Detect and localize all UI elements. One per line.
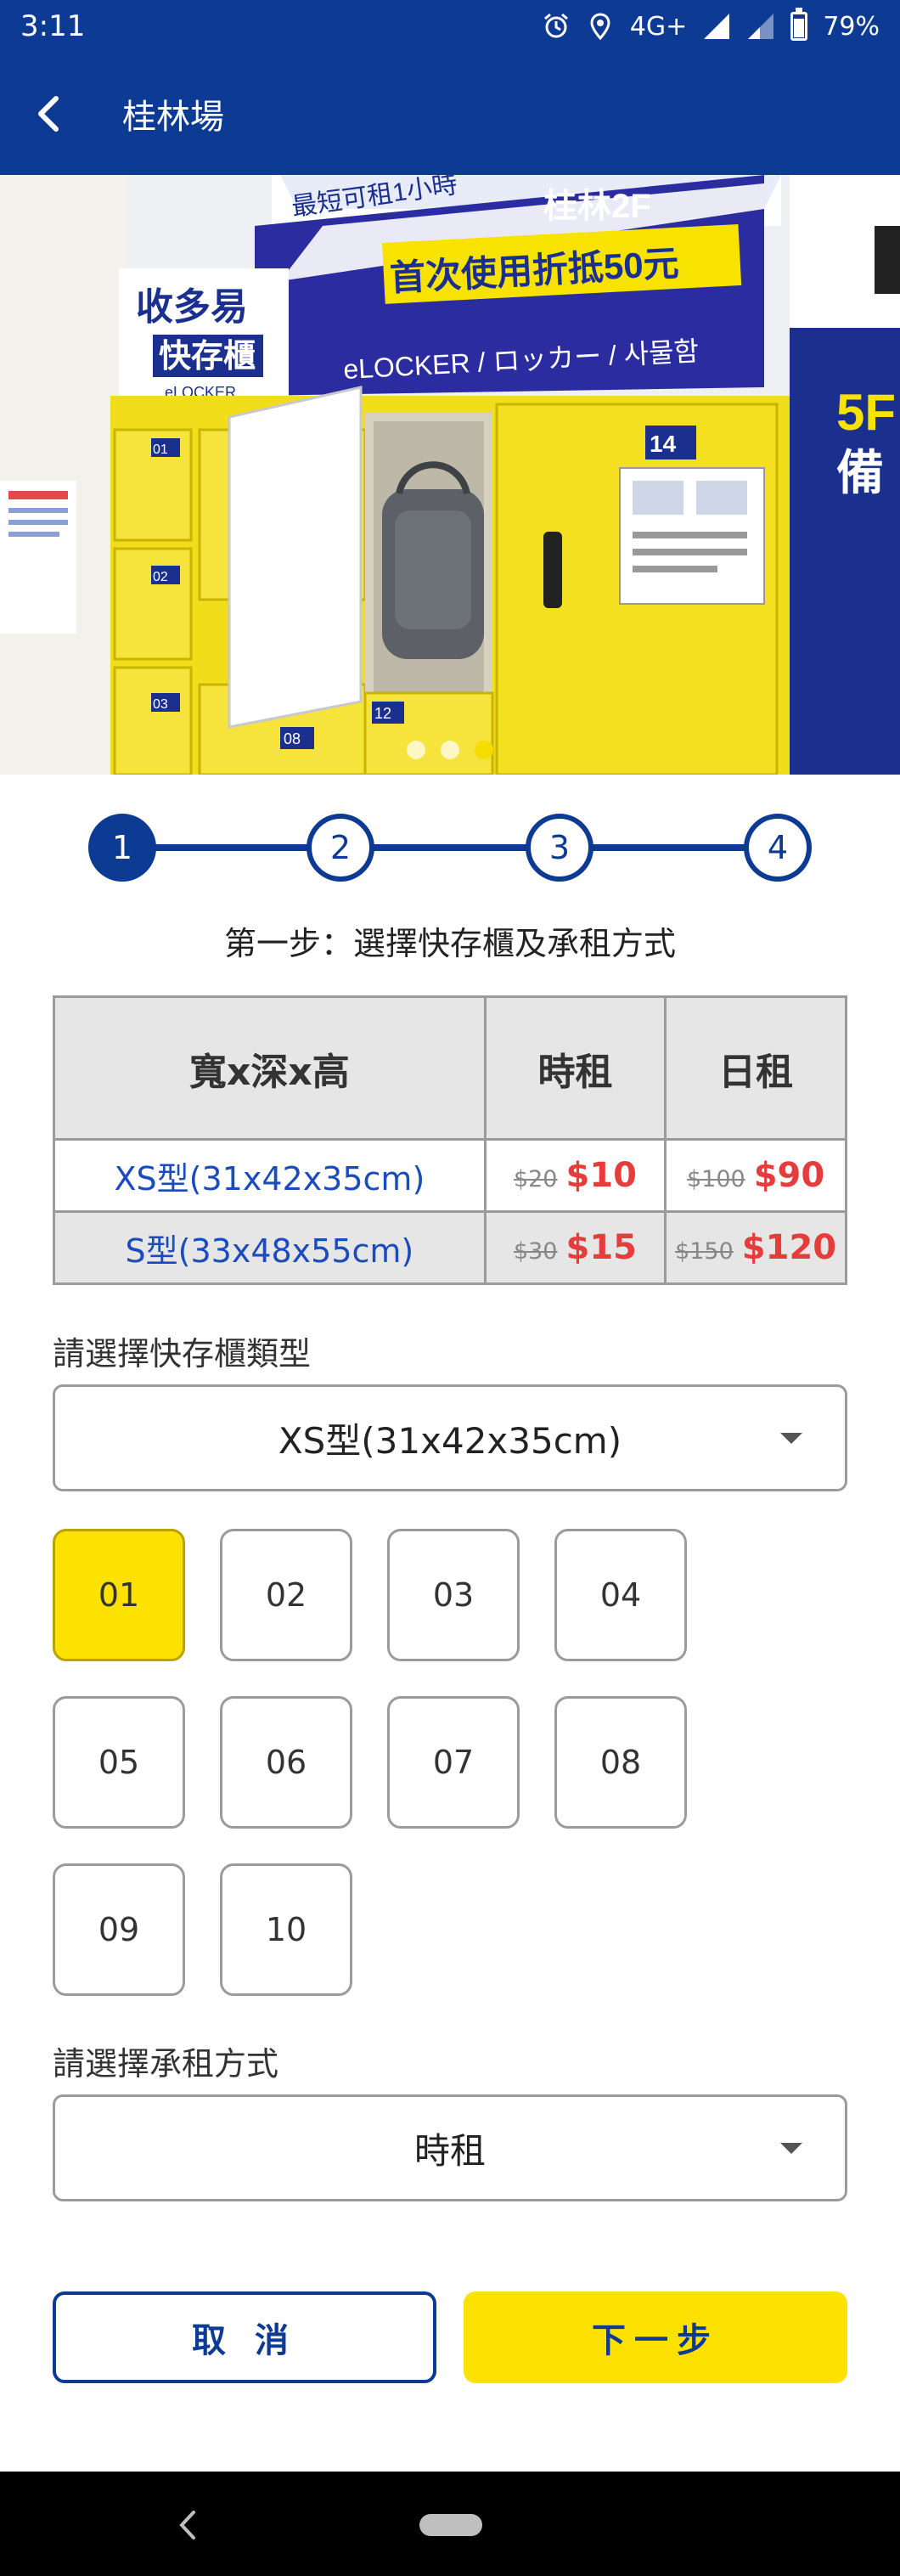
new-price: $15	[565, 1228, 638, 1267]
page-title: 桂林場	[122, 98, 224, 137]
locker-photo: 最短可租1小時 桂林2F 首次使用折抵50元 eLOCKER / ロッカー / …	[0, 175, 900, 775]
photo-sign-location: 桂林2F	[543, 188, 651, 225]
photo-brand: 收多易	[136, 286, 248, 328]
carousel-dot-active[interactable]	[475, 741, 493, 759]
hero-carousel[interactable]: 最短可租1小時 桂林2F 首次使用折抵50元 eLOCKER / ロッカー / …	[0, 175, 900, 775]
photo-tag-01: 01	[153, 442, 168, 457]
battery-level: 79%	[823, 11, 880, 42]
stepper-line	[122, 844, 778, 851]
locker-04[interactable]: 04	[554, 1529, 687, 1661]
signal-icon	[704, 14, 730, 39]
locker-09[interactable]: 09	[53, 1863, 185, 1996]
old-price: $150	[675, 1238, 734, 1265]
alarm-icon	[543, 13, 568, 38]
step-3: 3	[526, 814, 593, 882]
network-type: 4G+	[629, 11, 688, 42]
cancel-button[interactable]: 取 消	[53, 2291, 436, 2383]
price-cell: $100 $90	[664, 1138, 847, 1213]
location-icon	[590, 13, 610, 41]
rent-type-value: 時租	[413, 2129, 486, 2172]
locker-01[interactable]: 01	[53, 1529, 185, 1661]
new-price: $120	[741, 1228, 837, 1267]
app-header: 桂林場	[0, 53, 900, 175]
new-price: $10	[565, 1156, 638, 1195]
locker-07[interactable]: 07	[387, 1696, 520, 1829]
locker-type-label: 請選擇快存櫃類型	[53, 1335, 312, 1373]
chevron-left-icon	[38, 96, 59, 132]
dropdown-caret-icon	[780, 2143, 802, 2154]
step-1: 1	[88, 814, 156, 882]
locker-06[interactable]: 06	[220, 1696, 352, 1829]
status-icons: 4G+ 79%	[542, 8, 880, 42]
back-button[interactable]	[0, 53, 102, 175]
locker-type-select[interactable]: XS型(31x42x35cm)	[53, 1384, 847, 1491]
photo-side-text-2: 備	[836, 446, 884, 499]
price-cell: $30 $15	[483, 1210, 667, 1285]
price-cell: $150 $120	[664, 1210, 847, 1285]
carousel-dot[interactable]	[407, 741, 425, 759]
old-price: $20	[513, 1166, 558, 1192]
status-time: 3:11	[20, 9, 86, 43]
status-bar: 3:11 4G+ 79%	[0, 0, 900, 53]
new-price: $90	[753, 1156, 825, 1195]
header-hourly: 時租	[483, 995, 667, 1141]
rent-type-label: 請選擇承租方式	[53, 2045, 279, 2083]
old-price: $100	[686, 1166, 745, 1192]
old-price: $30	[513, 1238, 558, 1265]
photo-side-text: 5F	[836, 384, 896, 441]
step-2: 2	[307, 814, 374, 882]
system-nav-bar	[0, 2472, 900, 2576]
locker-05[interactable]: 05	[53, 1696, 185, 1829]
locker-type-value: XS型(31x42x35cm)	[278, 1419, 622, 1462]
photo-tag-12: 12	[374, 705, 391, 722]
photo-brand-sub: 快存櫃	[159, 339, 256, 375]
header-dimensions: 寬x深x高	[53, 995, 487, 1141]
nav-home-pill[interactable]	[419, 2514, 482, 2536]
photo-tag-14: 14	[650, 431, 677, 457]
price-cell: $20 $10	[483, 1138, 667, 1213]
locker-08[interactable]: 08	[554, 1696, 687, 1829]
table-row: S型(33x48x55cm) $30 $15 $150 $120	[53, 1210, 847, 1285]
table-row: XS型(31x42x35cm) $20 $10 $100 $90	[53, 1138, 847, 1213]
step-title: 第一步：選擇快存櫃及承租方式	[223, 925, 676, 962]
size-s: S型(33x48x55cm)	[53, 1210, 487, 1285]
nav-back-icon[interactable]	[166, 2504, 209, 2546]
progress-stepper: 1 2 3 4	[88, 814, 812, 882]
carousel-dot[interactable]	[441, 741, 459, 759]
locker-03[interactable]: 03	[387, 1529, 520, 1661]
locker-02[interactable]: 02	[220, 1529, 352, 1661]
carousel-dots	[0, 741, 900, 759]
dropdown-caret-icon	[780, 1433, 802, 1444]
photo-tag-03: 03	[153, 697, 168, 712]
size-xs: XS型(31x42x35cm)	[53, 1138, 487, 1213]
photo-tag-02: 02	[153, 570, 168, 584]
next-step-button[interactable]: 下一步	[464, 2291, 847, 2383]
battery-icon	[790, 8, 808, 41]
signal-weak-icon	[748, 14, 774, 39]
step-4: 4	[744, 814, 812, 882]
price-table: 寬x深x高 時租 日租 XS型(31x42x35cm) $20 $10 $100 $…	[53, 995, 847, 1285]
locker-10[interactable]: 10	[220, 1863, 352, 1996]
rent-type-select[interactable]: 時租	[53, 2094, 847, 2201]
header-daily: 日租	[664, 995, 847, 1141]
